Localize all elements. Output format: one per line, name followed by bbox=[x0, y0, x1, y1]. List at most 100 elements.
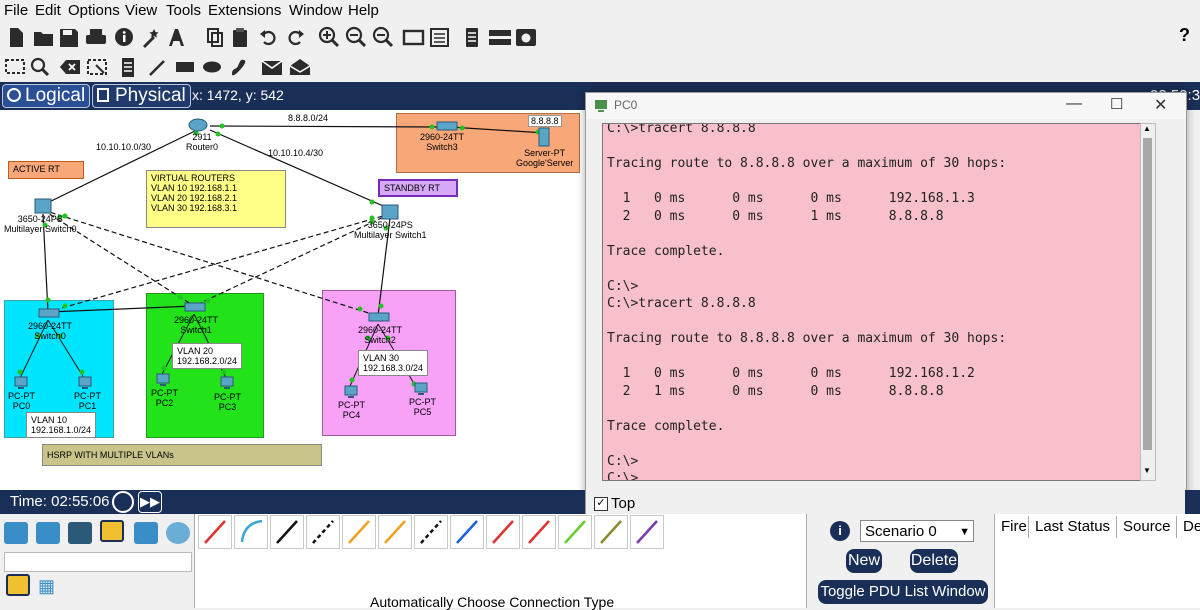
wireless-cable-icon[interactable] bbox=[630, 515, 664, 549]
tab-physical[interactable]: Physical bbox=[92, 84, 191, 108]
toggle-pdu-list-button[interactable]: Toggle PDU List Window bbox=[818, 580, 988, 604]
col-source[interactable]: Source bbox=[1116, 516, 1183, 538]
pc0-title-bar[interactable]: PC0 — ☐ ✕ bbox=[586, 93, 1186, 119]
note-icon[interactable] bbox=[122, 58, 134, 77]
console-cable-icon[interactable] bbox=[234, 515, 268, 549]
menu-file[interactable]: File bbox=[4, 2, 28, 19]
col-destination[interactable]: De bbox=[1176, 516, 1200, 538]
zoom-reset-icon[interactable] bbox=[345, 26, 367, 48]
menu-help[interactable]: Help bbox=[348, 2, 379, 19]
pc5-icon[interactable] bbox=[414, 382, 428, 396]
menu-options[interactable]: Options bbox=[68, 2, 120, 19]
terminal-output[interactable]: C:\>tracert 8.8.8.8 Tracing route to 8.8… bbox=[602, 123, 1142, 481]
menu-edit[interactable]: Edit bbox=[35, 2, 61, 19]
connection-subtype-icon[interactable] bbox=[6, 574, 30, 596]
terminal-scrollbar[interactable]: ▲ ▼ bbox=[1140, 123, 1156, 481]
serial-dte-icon[interactable] bbox=[486, 515, 520, 549]
pc4-icon[interactable] bbox=[344, 385, 358, 399]
network-devices-icon[interactable] bbox=[4, 522, 28, 544]
sw0-icon[interactable] bbox=[38, 308, 60, 318]
line-icon[interactable] bbox=[149, 60, 165, 76]
scroll-thumb[interactable] bbox=[1143, 138, 1152, 450]
server-icon[interactable] bbox=[538, 127, 550, 147]
rectangle-icon[interactable] bbox=[402, 29, 425, 46]
grid-icon[interactable]: ▦ bbox=[38, 576, 62, 598]
redo-icon[interactable] bbox=[288, 30, 304, 46]
wizard-icon[interactable] bbox=[143, 29, 159, 48]
iot-cable-icon[interactable] bbox=[558, 515, 592, 549]
scenario-select[interactable]: Scenario 0 ▼ bbox=[860, 520, 974, 542]
coaxial-icon[interactable] bbox=[414, 515, 448, 549]
menu-window[interactable]: Window bbox=[289, 2, 342, 19]
connections-icon[interactable] bbox=[100, 520, 124, 542]
col-fire[interactable]: Fire bbox=[994, 516, 1029, 538]
delete-scenario-button[interactable]: Delete bbox=[910, 549, 958, 573]
phone-cable-icon[interactable] bbox=[378, 515, 412, 549]
fast-forward-icon[interactable]: ▶▶ bbox=[138, 491, 162, 513]
maximize-button[interactable]: ☐ bbox=[1110, 95, 1123, 113]
delete-icon[interactable] bbox=[60, 60, 80, 74]
new-icon[interactable] bbox=[10, 28, 23, 47]
usb-cable-icon[interactable] bbox=[594, 515, 628, 549]
help-button[interactable]: ? bbox=[1179, 25, 1190, 46]
undo-icon[interactable] bbox=[260, 30, 276, 46]
tab-logical[interactable]: Logical bbox=[2, 84, 91, 108]
inspect-icon[interactable] bbox=[30, 57, 50, 77]
copy-icon[interactable] bbox=[207, 28, 223, 47]
notes-icon[interactable] bbox=[466, 28, 478, 47]
scroll-up-icon[interactable]: ▲ bbox=[1143, 124, 1151, 133]
copper-straight-icon[interactable] bbox=[270, 515, 304, 549]
top-checkbox[interactable]: ✓ bbox=[594, 497, 608, 511]
octal-cable-icon[interactable] bbox=[522, 515, 556, 549]
main-toolbar: ? bbox=[0, 22, 1200, 52]
minimize-button[interactable]: — bbox=[1066, 95, 1082, 113]
col-last-status[interactable]: Last Status bbox=[1028, 516, 1115, 538]
info-icon[interactable] bbox=[115, 28, 133, 46]
new-scenario-button[interactable]: New bbox=[846, 549, 882, 573]
auto-connection-icon[interactable] bbox=[198, 515, 232, 549]
internet-switch-icon[interactable] bbox=[436, 120, 458, 132]
paste-icon[interactable] bbox=[233, 28, 247, 47]
sw1-icon[interactable] bbox=[184, 302, 206, 312]
ellipse-icon[interactable] bbox=[203, 61, 221, 73]
menu-extensions[interactable]: Extensions bbox=[208, 2, 281, 19]
text-icon[interactable] bbox=[169, 29, 184, 46]
palette-icon[interactable] bbox=[430, 28, 449, 47]
screenshot-icon[interactable] bbox=[516, 29, 536, 46]
close-button[interactable]: ✕ bbox=[1154, 95, 1167, 115]
select-icon[interactable] bbox=[5, 59, 25, 74]
router-icon[interactable] bbox=[188, 118, 208, 132]
open-icon[interactable] bbox=[34, 32, 53, 46]
scroll-down-icon[interactable]: ▼ bbox=[1143, 466, 1151, 475]
menu-view[interactable]: View bbox=[125, 2, 157, 19]
mls0-icon[interactable] bbox=[34, 198, 52, 214]
cursor-coordinates: x: 1472, y: 542 bbox=[192, 87, 284, 103]
pc3-icon[interactable] bbox=[220, 376, 234, 390]
logical-workspace[interactable]: VIRTUAL ROUTERS VLAN 10 192.168.1.1 VLAN… bbox=[0, 110, 585, 490]
misc-icon[interactable] bbox=[134, 522, 158, 544]
freeform-icon[interactable] bbox=[232, 59, 246, 76]
menu-tools[interactable]: Tools bbox=[166, 2, 201, 19]
zoom-out-icon[interactable] bbox=[372, 26, 394, 48]
rect-icon[interactable] bbox=[176, 62, 194, 72]
print-icon[interactable] bbox=[86, 29, 106, 44]
pdu-simple-icon[interactable] bbox=[261, 60, 283, 75]
components-icon[interactable] bbox=[68, 522, 92, 544]
save-icon[interactable] bbox=[60, 29, 78, 47]
pdu-complex-icon[interactable] bbox=[289, 59, 311, 75]
reset-time-icon[interactable] bbox=[112, 491, 134, 513]
multiuser-icon[interactable] bbox=[166, 522, 190, 544]
serial-dce-icon[interactable] bbox=[450, 515, 484, 549]
copper-cross-icon[interactable] bbox=[306, 515, 340, 549]
mls1-icon[interactable] bbox=[381, 204, 399, 220]
pc0-icon[interactable] bbox=[14, 376, 28, 390]
end-devices-icon[interactable] bbox=[36, 522, 60, 544]
pc1-icon[interactable] bbox=[78, 376, 92, 390]
scenario-info-icon[interactable]: i bbox=[830, 521, 850, 541]
sw2-icon[interactable] bbox=[368, 312, 390, 322]
zoom-in-icon[interactable] bbox=[318, 26, 340, 48]
pc2-icon[interactable] bbox=[156, 373, 170, 387]
devices-icon[interactable] bbox=[489, 30, 511, 45]
resize-icon[interactable] bbox=[87, 59, 107, 75]
fiber-icon[interactable] bbox=[342, 515, 376, 549]
